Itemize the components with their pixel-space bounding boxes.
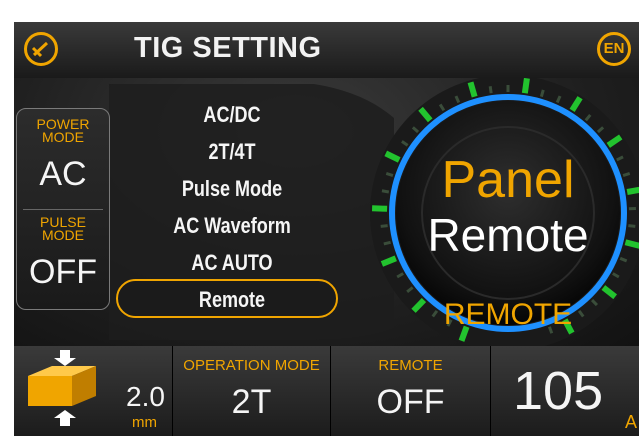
page-title: TIG SETTING	[134, 32, 322, 64]
thickness-value: 2.0	[126, 381, 165, 412]
dial-caption: REMOTE	[443, 298, 573, 331]
remote-value: OFF	[376, 383, 445, 421]
torch-icon[interactable]	[24, 32, 58, 66]
current-unit: A	[625, 412, 638, 432]
dial-tick	[380, 224, 388, 228]
language-button[interactable]: EN	[597, 32, 631, 66]
operation-mode-tile[interactable]: OPERATION MODE 2T	[173, 346, 331, 436]
thickness-icon	[28, 350, 96, 426]
dial-tick	[467, 81, 478, 98]
dial-option-remote: Remote	[427, 209, 589, 261]
current-value: 105	[513, 361, 604, 421]
dial-option-panel: Panel	[441, 151, 575, 209]
operation-mode-label: OPERATION MODE	[183, 357, 320, 374]
remote-tile[interactable]: REMOTE OFF	[331, 346, 491, 436]
dial-tick	[539, 89, 545, 98]
remote-label: REMOTE	[378, 357, 443, 374]
dial-tick	[626, 186, 639, 195]
dial-tick	[488, 86, 493, 94]
main-area: POWER MODE AC PULSE MODE OFF AC/DC 2T/4T…	[14, 78, 639, 346]
thickness-unit: mm	[132, 414, 157, 431]
header-bar: TIG SETTING EN	[14, 22, 639, 78]
dial-tick	[521, 78, 530, 94]
bottom-bar: 2.0 mm OPERATION MODE 2T REMOTE OFF 105 …	[14, 346, 639, 436]
thickness-tile[interactable]: 2.0 mm	[14, 346, 173, 436]
current-tile[interactable]: 105 A	[491, 346, 639, 436]
dial-tick	[628, 224, 636, 228]
welder-screen: TIG SETTING EN POWER MODE AC PULSE MODE …	[14, 22, 639, 436]
dial-tick	[371, 205, 388, 212]
operation-mode-value: 2T	[231, 383, 272, 421]
